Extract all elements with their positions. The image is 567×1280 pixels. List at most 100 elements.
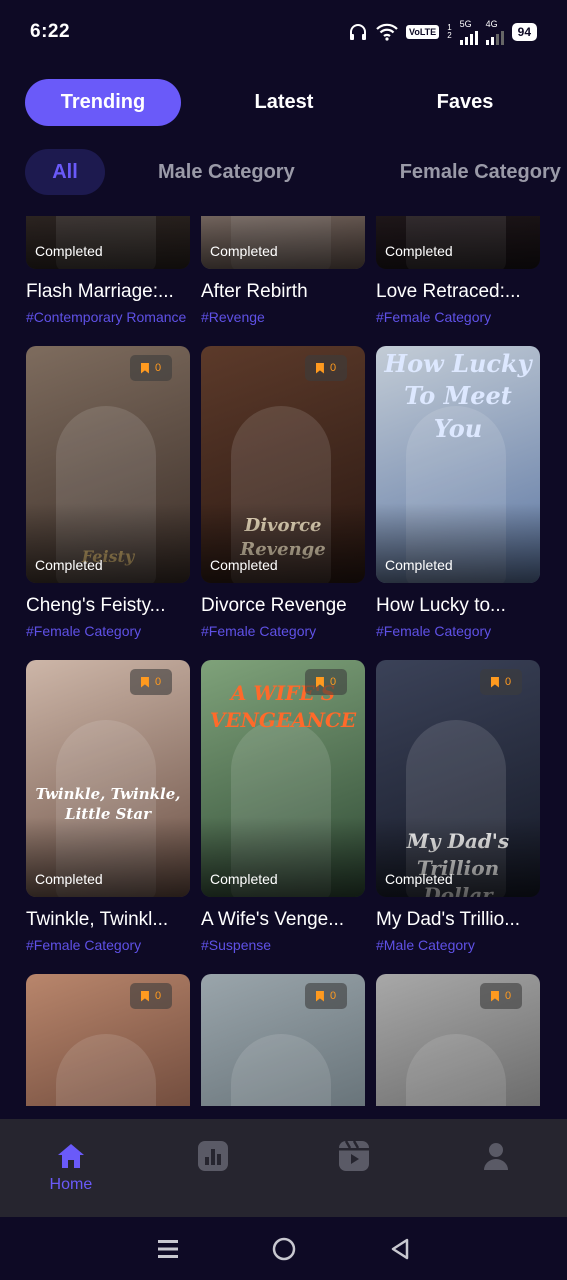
battery-indicator: 94 xyxy=(511,23,537,41)
book-card[interactable]: Feisty0CompletedCheng's Feisty...#Female… xyxy=(26,346,190,660)
book-tag[interactable]: #Female Category xyxy=(376,623,540,640)
bookmark-count: 0 xyxy=(504,676,512,688)
book-tag[interactable]: #Female Category xyxy=(26,623,190,640)
bookmark-badge[interactable]: 0 xyxy=(305,983,347,1009)
book-title[interactable]: After Rebirth xyxy=(201,281,365,303)
completion-status: Completed xyxy=(35,243,103,259)
book-grid: Flash Marriage: Another Chance With My W… xyxy=(26,216,542,1106)
book-cover[interactable]: A WIFE'S VENGEANCE 0 Completed xyxy=(201,660,365,897)
book-title[interactable]: Love Retraced:... xyxy=(376,281,540,303)
nav-home-label: Home xyxy=(49,1176,93,1193)
completion-status: Completed xyxy=(385,557,453,573)
book-card[interactable]: Divorce Revenge0CompletedDivorce Revenge… xyxy=(201,346,365,660)
category-female[interactable]: Female Category xyxy=(400,149,561,195)
book-cover[interactable]: Divorce Revenge0Completed xyxy=(201,346,365,583)
book-title[interactable]: Twinkle, Twinkl... xyxy=(26,909,190,931)
bookmark-badge[interactable]: 0 xyxy=(480,669,522,695)
book-card[interactable]: 0 xyxy=(26,974,190,1106)
book-title[interactable]: My Dad's Trillio... xyxy=(376,909,540,931)
book-cover[interactable]: My Dad's Trillion Dollar0Completed xyxy=(376,660,540,897)
completion-status: Completed xyxy=(210,557,278,573)
system-nav-bar xyxy=(0,1217,567,1280)
book-cover[interactable]: Completed xyxy=(201,216,365,269)
bookmark-count: 0 xyxy=(329,676,337,688)
book-card[interactable]: Flash Marriage: Another Chance With My W… xyxy=(26,216,190,346)
book-card[interactable]: 0 xyxy=(201,974,365,1106)
bookmark-badge[interactable]: 0 xyxy=(305,669,347,695)
back-icon[interactable] xyxy=(389,1237,411,1261)
bookmark-icon xyxy=(140,990,149,1002)
recent-apps-icon[interactable] xyxy=(156,1238,180,1260)
cover-artwork xyxy=(406,1034,506,1106)
bookmark-icon xyxy=(140,676,149,688)
bookmark-count: 0 xyxy=(329,990,337,1002)
completion-status: Completed xyxy=(385,243,453,259)
book-tag[interactable]: #Revenge xyxy=(201,309,365,326)
book-title[interactable]: Cheng's Feisty... xyxy=(26,595,190,617)
book-card[interactable]: My Dad's Trillion Dollar0Completed My Dad… xyxy=(376,660,540,974)
tab-faves[interactable]: Faves xyxy=(387,79,543,126)
book-title[interactable]: Flash Marriage:... xyxy=(26,281,190,303)
home-button-icon[interactable] xyxy=(271,1236,297,1262)
nav-rankings[interactable] xyxy=(142,1140,284,1172)
bookmark-count: 0 xyxy=(154,362,162,374)
book-tag[interactable]: #Contemporary Romance xyxy=(26,309,190,326)
tab-latest[interactable]: Latest xyxy=(206,79,362,126)
signal-icon-2 xyxy=(485,29,504,45)
bookmark-icon xyxy=(315,990,324,1002)
video-icon xyxy=(339,1140,370,1171)
bookmark-count: 0 xyxy=(329,362,337,374)
bookmark-badge[interactable]: 0 xyxy=(130,355,172,381)
book-tag[interactable]: #Female Category xyxy=(376,309,540,326)
book-title[interactable]: A Wife's Venge... xyxy=(201,909,365,931)
book-title[interactable]: How Lucky to... xyxy=(376,595,540,617)
chart-icon xyxy=(197,1141,228,1171)
book-card[interactable]: Love Retraced: A Twist of FateCompleted L… xyxy=(376,216,540,346)
book-card[interactable]: 0 xyxy=(376,974,540,1106)
book-cover[interactable]: 0 xyxy=(26,974,190,1106)
book-grid-viewport[interactable]: Flash Marriage: Another Chance With My W… xyxy=(0,216,567,1106)
book-cover[interactable]: Feisty0Completed xyxy=(26,346,190,583)
network-4g-label: 4G xyxy=(485,19,498,29)
book-card[interactable]: How Lucky To Meet You Completed How Lucky … xyxy=(376,346,540,660)
bookmark-badge[interactable]: 0 xyxy=(130,983,172,1009)
bookmark-badge[interactable]: 0 xyxy=(480,983,522,1009)
book-cover[interactable]: 0 xyxy=(376,974,540,1106)
home-icon xyxy=(57,1144,84,1168)
nav-videos[interactable] xyxy=(284,1140,426,1172)
tab-trending[interactable]: Trending xyxy=(25,79,181,126)
book-cover[interactable]: 0 xyxy=(201,974,365,1106)
category-male[interactable]: Male Category xyxy=(158,149,295,195)
book-tag[interactable]: #Suspense xyxy=(201,937,365,954)
cover-artwork xyxy=(56,1034,156,1106)
bookmark-count: 0 xyxy=(154,990,162,1002)
book-cover[interactable]: Love Retraced: A Twist of FateCompleted xyxy=(376,216,540,269)
book-cover[interactable]: How Lucky To Meet You Completed xyxy=(376,346,540,583)
cover-artwork xyxy=(231,1034,331,1106)
book-cover[interactable]: Flash Marriage: Another Chance With My W… xyxy=(26,216,190,269)
book-card[interactable]: A WIFE'S VENGEANCE 0 Completed A Wife's Ven… xyxy=(201,660,365,974)
book-cover[interactable]: Twinkle, Twinkle, Little Star 0 Completed xyxy=(26,660,190,897)
nav-profile[interactable] xyxy=(425,1141,567,1171)
completion-status: Completed xyxy=(35,557,103,573)
bookmark-badge[interactable]: 0 xyxy=(305,355,347,381)
book-tag[interactable]: #Male Category xyxy=(376,937,540,954)
book-tag[interactable]: #Female Category xyxy=(26,937,190,954)
signal-icon xyxy=(459,29,478,45)
book-card[interactable]: Twinkle, Twinkle, Little Star 0 Completed T… xyxy=(26,660,190,974)
bookmark-badge[interactable]: 0 xyxy=(130,669,172,695)
bottom-nav: Home xyxy=(0,1119,567,1217)
completion-status: Completed xyxy=(210,871,278,887)
book-tag[interactable]: #Female Category xyxy=(201,623,365,640)
book-row: Twinkle, Twinkle, Little Star 0 Completed T… xyxy=(26,660,542,974)
book-title[interactable]: Divorce Revenge xyxy=(201,595,365,617)
bookmark-icon xyxy=(315,362,324,374)
bookmark-icon xyxy=(490,990,499,1002)
completion-status: Completed xyxy=(210,243,278,259)
volte-badge: VoLTE xyxy=(406,25,440,39)
category-all[interactable]: All xyxy=(25,149,105,195)
book-card[interactable]: Completed After Rebirth #Revenge xyxy=(201,216,365,346)
status-time: 6:22 xyxy=(30,21,71,42)
sim2-label: 2 xyxy=(447,31,452,40)
nav-home[interactable]: Home xyxy=(0,1142,142,1194)
